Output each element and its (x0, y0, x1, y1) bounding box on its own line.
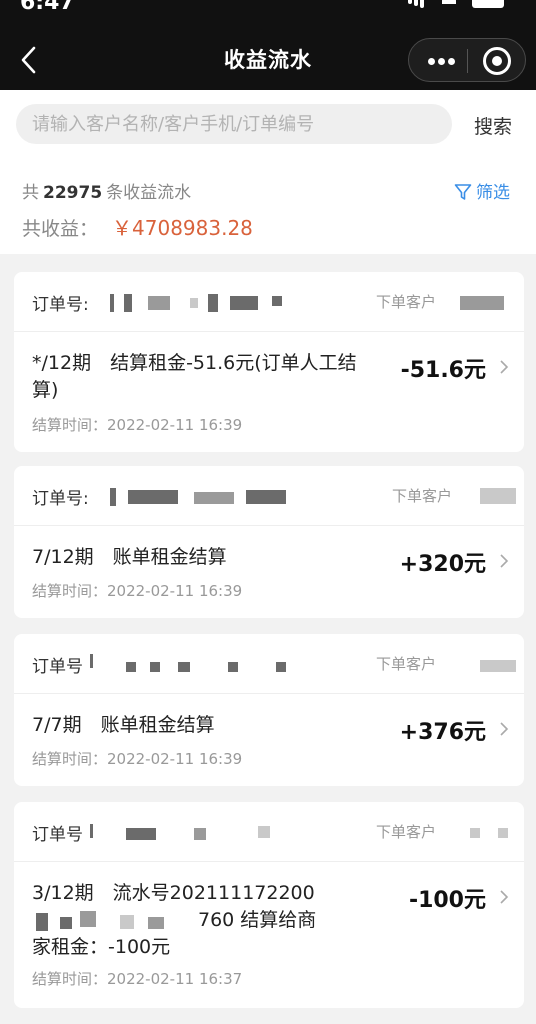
masked-order-number (190, 298, 198, 308)
filter-button[interactable]: 筛选 (454, 178, 510, 203)
masked-order-number (228, 662, 238, 672)
count-suffix: 条收益流水 (106, 183, 192, 203)
masked-serial-number (80, 911, 96, 927)
record-amount: +320元 (399, 552, 486, 577)
search-input[interactable] (16, 104, 452, 144)
record-card[interactable]: 订单号: 下单客户 */12期 结算租金-51.6元(订单人工结算) -51.6… (14, 272, 524, 452)
order-number-label: 订单号 (32, 657, 83, 677)
masked-order-number (110, 294, 114, 312)
chevron-right-icon (500, 554, 509, 568)
customer-label: 下单客户 (376, 655, 437, 673)
filter-label: 筛选 (476, 183, 510, 203)
masked-order-number (230, 296, 258, 310)
capsule-divider (467, 49, 468, 73)
status-time: 6:47 (20, 0, 75, 15)
masked-order-number (90, 654, 93, 668)
masked-order-number (246, 490, 286, 504)
status-icons (408, 0, 508, 8)
masked-customer-name (470, 828, 480, 838)
navigation-bar: 6:47 收益流水 (0, 0, 536, 90)
record-card-header: 订单号 下单客户 (14, 802, 524, 862)
settle-time: 结算时间：2022-02-11 16:39 (32, 416, 243, 434)
masked-order-number (90, 824, 93, 838)
masked-order-number (276, 662, 286, 672)
record-count: 22975 (43, 183, 103, 203)
masked-order-number (272, 296, 282, 306)
mini-program-capsule (408, 38, 526, 82)
masked-serial-number (36, 913, 48, 931)
search-bar: 搜索 (0, 90, 536, 162)
record-title: */12期 结算租金-51.6元(订单人工结算) (32, 352, 357, 401)
filter-icon (454, 184, 472, 200)
order-number-label: 订单号 (32, 825, 83, 845)
masked-order-number (194, 828, 206, 840)
masked-order-number (126, 828, 156, 840)
record-card[interactable]: 订单号 下单客户 3/12期 流水号202111172200 760 结算给商 … (14, 802, 524, 1008)
masked-customer-name (480, 660, 516, 672)
masked-customer-name (498, 828, 508, 838)
masked-customer-name (460, 296, 504, 310)
record-title: 7/12期 账单租金结算 (32, 546, 227, 568)
masked-order-number (208, 294, 218, 312)
search-button[interactable]: 搜索 (474, 112, 512, 139)
record-title-line: 760 结算给商 (32, 907, 332, 934)
settle-time: 结算时间：2022-02-11 16:39 (32, 750, 243, 768)
customer-label: 下单客户 (392, 487, 453, 505)
record-title: 3/12期 流水号202111172200 760 结算给商 家租金：-100元 (32, 880, 332, 961)
total-income-label: 共收益： (22, 218, 99, 240)
customer-label: 下单客户 (376, 293, 437, 311)
masked-order-number (126, 662, 136, 672)
masked-order-number (110, 488, 116, 506)
record-count-line: 共 22975 条收益流水 (22, 178, 191, 203)
record-title-text: 760 结算给商 (198, 909, 317, 931)
order-number-label: 订单号: (32, 489, 89, 509)
record-amount: -51.6元 (400, 358, 486, 383)
masked-serial-number (148, 917, 164, 929)
total-income-line: 共收益： ￥4708983.28 (22, 212, 253, 241)
count-prefix: 共 (22, 183, 39, 203)
masked-customer-name (480, 488, 516, 504)
masked-serial-number (60, 917, 72, 929)
masked-order-number (128, 490, 178, 504)
record-card[interactable]: 订单号: 下单客户 7/12期 账单租金结算 +320元 结算时间：2022-0… (14, 466, 524, 618)
target-icon[interactable] (483, 47, 511, 75)
settle-time: 结算时间：2022-02-11 16:37 (32, 970, 243, 988)
masked-order-number (178, 662, 190, 672)
income-summary: 共 22975 条收益流水 共收益： ￥4708983.28 筛选 (0, 162, 536, 254)
masked-order-number (258, 826, 270, 838)
record-title: 7/7期 账单租金结算 (32, 714, 215, 736)
record-card-header: 订单号 下单客户 (14, 634, 524, 694)
record-card-header: 订单号: 下单客户 (14, 466, 524, 526)
total-income-amount: ￥4708983.28 (112, 216, 253, 240)
masked-serial-number (120, 915, 134, 929)
record-title-line: 3/12期 流水号202111172200 (32, 882, 315, 904)
record-title-line: 家租金：-100元 (32, 936, 171, 958)
record-card[interactable]: 订单号 下单客户 7/7期 账单租金结算 +376元 结算时间：2022-02-… (14, 634, 524, 786)
more-icon[interactable] (419, 45, 463, 77)
masked-order-number (124, 294, 132, 312)
chevron-right-icon (500, 722, 509, 736)
record-card-header: 订单号: 下单客户 (14, 272, 524, 332)
masked-order-number (194, 492, 234, 504)
customer-label: 下单客户 (376, 823, 437, 841)
masked-order-number (148, 296, 170, 310)
settle-time: 结算时间：2022-02-11 16:39 (32, 582, 243, 600)
chevron-right-icon (500, 360, 509, 374)
record-amount: -100元 (408, 888, 486, 913)
chevron-right-icon (500, 890, 509, 904)
masked-order-number (150, 662, 160, 672)
record-amount: +376元 (399, 720, 486, 745)
order-number-label: 订单号: (32, 295, 89, 315)
